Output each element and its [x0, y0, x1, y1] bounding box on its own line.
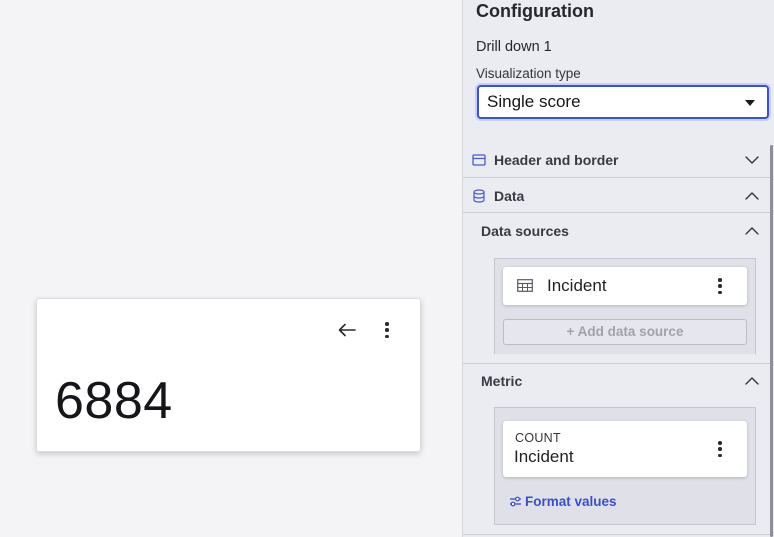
- data-source-item[interactable]: Incident: [503, 267, 747, 305]
- score-value: 6884: [55, 372, 173, 430]
- section-metric[interactable]: Metric: [463, 369, 774, 393]
- drill-down-label: Drill down 1: [476, 39, 552, 55]
- widget-actions: [336, 319, 398, 341]
- panel-scrollbar[interactable]: [770, 145, 773, 537]
- divider: [463, 363, 774, 364]
- visualization-type-select[interactable]: Single score: [477, 85, 769, 119]
- dashboard-canvas: 6884: [0, 0, 462, 537]
- kebab-menu-icon[interactable]: [717, 278, 723, 294]
- section-data-sources[interactable]: Data sources: [463, 219, 774, 243]
- kebab-menu-icon[interactable]: [376, 319, 398, 341]
- panel-title: Configuration: [476, 1, 594, 21]
- divider: [463, 177, 774, 178]
- divider: [463, 212, 774, 213]
- metric-table: Incident: [514, 447, 574, 466]
- kebab-menu-icon[interactable]: [717, 441, 723, 457]
- visualization-type-value: Single score: [487, 92, 581, 111]
- metric-item[interactable]: COUNT Incident: [503, 421, 747, 477]
- database-icon: [473, 189, 485, 203]
- caret-down-icon: [745, 100, 755, 106]
- chevron-up-icon: [745, 192, 759, 200]
- section-label: Data sources: [481, 223, 569, 239]
- sliders-icon: [510, 496, 521, 507]
- single-score-widget[interactable]: 6884: [36, 298, 421, 452]
- section-label: Header and border: [494, 152, 619, 168]
- section-label: Data: [494, 188, 525, 204]
- arrow-left-icon[interactable]: [336, 319, 358, 341]
- visualization-type-label: Visualization type: [476, 66, 581, 81]
- configuration-panel: Configuration Drill down 1 Visualization…: [462, 0, 774, 537]
- format-values-label: Format values: [525, 494, 617, 509]
- header-border-icon: [472, 154, 486, 166]
- table-icon: [517, 279, 533, 292]
- chevron-down-icon: [745, 156, 759, 164]
- divider: [463, 534, 774, 535]
- section-data[interactable]: Data: [463, 184, 774, 208]
- section-header-border[interactable]: Header and border: [463, 148, 774, 172]
- section-label: Metric: [481, 373, 523, 389]
- chevron-up-icon: [745, 227, 759, 235]
- add-data-source-button[interactable]: + Add data source: [503, 319, 747, 345]
- chevron-up-icon: [745, 377, 759, 385]
- data-source-name: Incident: [547, 276, 607, 295]
- metric-aggregation: COUNT: [515, 431, 561, 445]
- format-values-link[interactable]: Format values: [509, 494, 617, 509]
